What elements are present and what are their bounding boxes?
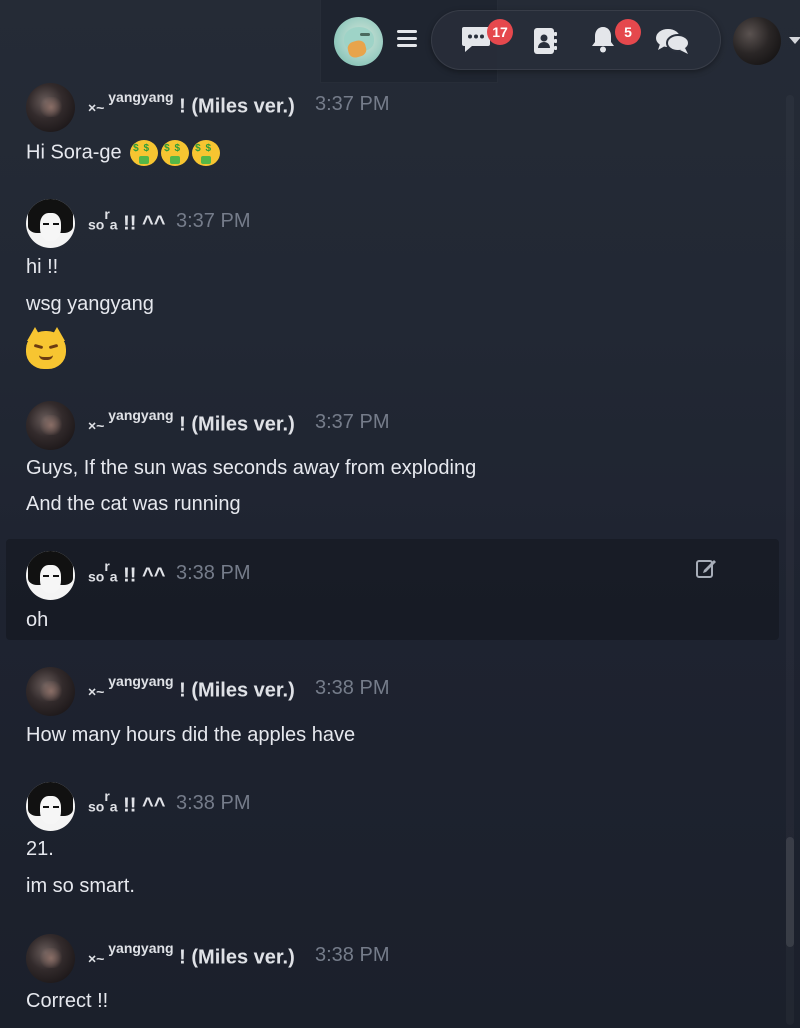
message-text: 21. (26, 838, 54, 860)
contacts-book-icon[interactable] (530, 26, 560, 56)
author-name[interactable]: sora !! ^^ (88, 206, 165, 236)
author-name[interactable]: ×~ yangyang ! (Miles ver.) (88, 89, 295, 119)
profile-avatar[interactable] (733, 17, 781, 65)
message-text: Hi Sora-ge (26, 140, 221, 166)
message-text: How many hours did the apples have (26, 724, 356, 746)
avatar[interactable] (26, 934, 75, 983)
smirking-cat-emoji (26, 327, 66, 369)
message-timestamp: 3:38 PM (315, 677, 390, 699)
money-mouth-emoji (192, 140, 221, 166)
message-text: Correct !! (26, 990, 109, 1012)
message-timestamp: 3:37 PM (315, 411, 390, 433)
app-logo[interactable] (334, 17, 383, 66)
message-text: oh (26, 609, 49, 631)
money-mouth-emoji (161, 140, 190, 166)
avatar[interactable] (26, 199, 75, 248)
messages-count-badge: 17 (487, 19, 513, 45)
message-timestamp: 3:38 PM (176, 792, 251, 814)
author-name[interactable]: sora !! ^^ (88, 788, 165, 818)
hamburger-menu-icon[interactable] (397, 30, 417, 48)
edit-message-icon[interactable] (695, 557, 717, 579)
avatar[interactable] (26, 782, 75, 831)
chat-scrollbar[interactable] (786, 95, 794, 1025)
author-name[interactable]: ×~ yangyang ! (Miles ver.) (88, 940, 295, 970)
message-timestamp: 3:38 PM (315, 944, 390, 966)
message-text: wsg yangyang (26, 293, 154, 315)
conversations-icon[interactable] (655, 26, 691, 56)
message-text: hi !! (26, 256, 59, 278)
author-name[interactable]: ×~ yangyang ! (Miles ver.) (88, 407, 295, 437)
caret-down-icon[interactable] (789, 37, 800, 44)
money-mouth-emoji (130, 140, 159, 166)
avatar[interactable] (26, 551, 75, 600)
avatar[interactable] (26, 401, 75, 450)
message-hover-highlight (6, 539, 779, 640)
author-name[interactable]: ×~ yangyang ! (Miles ver.) (88, 673, 295, 703)
message-text: And the cat was running (26, 493, 241, 515)
avatar[interactable] (26, 83, 75, 132)
message-text: im so smart. (26, 875, 135, 897)
message-timestamp: 3:38 PM (176, 562, 251, 584)
message-timestamp: 3:37 PM (176, 210, 251, 232)
scrollbar-thumb[interactable] (786, 837, 794, 947)
notifications-count-badge: 5 (615, 19, 641, 45)
author-name[interactable]: sora !! ^^ (88, 558, 165, 588)
message-text: Guys, If the sun was seconds away from e… (26, 457, 477, 479)
avatar[interactable] (26, 667, 75, 716)
bell-icon[interactable] (588, 24, 618, 54)
message-timestamp: 3:37 PM (315, 93, 390, 115)
